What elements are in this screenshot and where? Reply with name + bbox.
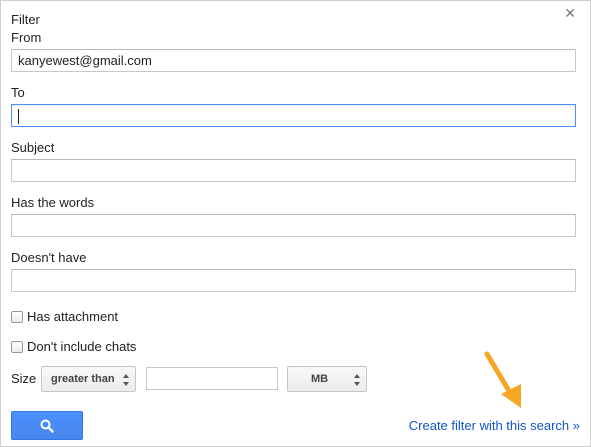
size-comparator-select[interactable]: greater than bbox=[41, 366, 136, 392]
close-icon[interactable]: ✕ bbox=[564, 6, 576, 20]
create-filter-link[interactable]: Create filter with this search » bbox=[409, 418, 580, 434]
size-label: Size bbox=[11, 371, 37, 386]
annotation-arrow-icon bbox=[484, 351, 521, 408]
size-comparator-value: greater than bbox=[51, 373, 115, 385]
has-attachment-label: Has attachment bbox=[27, 309, 119, 324]
search-icon bbox=[40, 419, 54, 433]
doesnt-have-field[interactable] bbox=[11, 269, 576, 292]
has-words-field[interactable] bbox=[11, 214, 576, 237]
select-arrows-icon bbox=[354, 374, 360, 386]
search-button[interactable] bbox=[11, 411, 83, 440]
has-attachment-checkbox[interactable] bbox=[11, 311, 23, 323]
subject-label: Subject bbox=[11, 140, 55, 155]
text-caret bbox=[18, 109, 19, 125]
dont-include-chats-label: Don't include chats bbox=[27, 339, 137, 354]
dont-include-chats-option[interactable]: Don't include chats bbox=[11, 339, 136, 355]
size-amount-input[interactable] bbox=[146, 367, 278, 390]
size-unit-value: MB bbox=[311, 373, 329, 385]
to-label: To bbox=[11, 85, 25, 100]
dialog-title: Filter bbox=[11, 12, 40, 27]
doesnt-have-label: Doesn't have bbox=[11, 250, 87, 265]
to-field[interactable] bbox=[11, 104, 576, 127]
dont-include-chats-checkbox[interactable] bbox=[11, 341, 23, 353]
from-field[interactable]: kanyewest@gmail.com bbox=[11, 49, 576, 72]
select-arrows-icon bbox=[123, 374, 129, 386]
from-field-value: kanyewest@gmail.com bbox=[18, 53, 152, 68]
has-words-label: Has the words bbox=[11, 195, 95, 210]
has-attachment-option[interactable]: Has attachment bbox=[11, 309, 118, 325]
from-label: From bbox=[11, 30, 42, 45]
size-unit-select[interactable]: MB bbox=[287, 366, 367, 392]
filter-dialog: ✕ Filter From kanyewest@gmail.com To Sub… bbox=[0, 0, 591, 447]
subject-field[interactable] bbox=[11, 159, 576, 182]
